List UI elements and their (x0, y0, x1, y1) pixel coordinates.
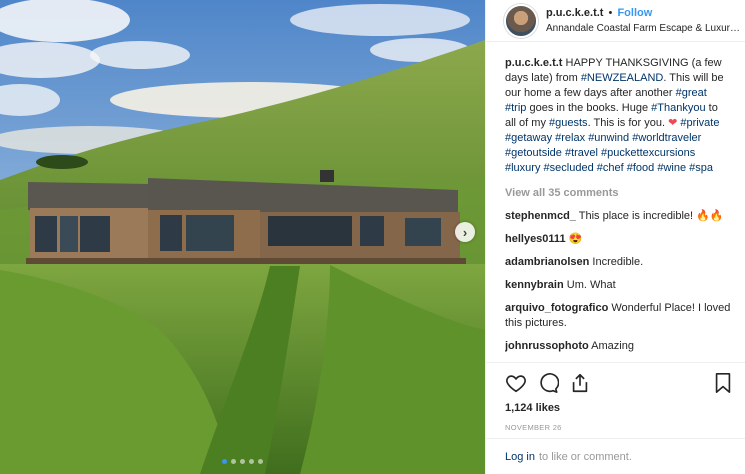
comment-text: This place is incredible! 🔥🔥 (578, 210, 724, 222)
post-side-panel: p.u.c.k.e.t.t • Follow Annandale Coastal… (485, 0, 745, 474)
comment-username[interactable]: hellyes0111 (505, 233, 566, 245)
comment-username[interactable]: kennybrain (505, 279, 564, 291)
landscape-photo (0, 0, 485, 474)
comment-username[interactable]: adambrianolsen (505, 256, 589, 268)
avatar[interactable] (504, 3, 538, 38)
chevron-right-icon: › (462, 224, 468, 240)
hashtag-link[interactable]: #spa (689, 162, 713, 174)
comment-text: Incredible. (592, 256, 644, 268)
login-prompt-text: to like or comment. (538, 450, 632, 463)
comments-list[interactable]: p.u.c.k.e.t.t HAPPY THANKSGIVING (a few … (505, 56, 731, 358)
hashtag-link[interactable]: #great (676, 87, 707, 99)
hashtag-link[interactable]: #wine (657, 162, 686, 174)
heart-emoji-icon: ❤ (668, 117, 678, 129)
hashtag-link[interactable]: #secluded (544, 162, 594, 174)
bookmark-icon[interactable] (713, 372, 733, 394)
login-bar: Log in to like or comment. (486, 438, 745, 474)
hashtag-link[interactable]: #NEWZEALAND (581, 72, 664, 84)
hashtag-link[interactable]: #getoutside (505, 147, 562, 159)
carousel-dot (222, 459, 227, 464)
view-all-comments-link[interactable]: View all 35 comments (505, 186, 731, 201)
follow-button[interactable]: Follow (617, 7, 652, 19)
hashtag-link[interactable]: #puckettexcursions (601, 147, 695, 159)
hashtag-link[interactable]: #trip (505, 102, 526, 114)
hashtag-link[interactable]: #private (680, 117, 719, 129)
hashtag-link[interactable]: #getaway (505, 132, 552, 144)
hashtag-link[interactable]: #guests (549, 117, 588, 129)
hashtag-link[interactable]: #relax (555, 132, 585, 144)
comment-item: arquivo_fotografico Wonderful Place! I l… (505, 301, 731, 331)
hashtag-link[interactable]: #travel (565, 147, 598, 159)
comment-text: 😍 (568, 233, 583, 245)
hashtag-link[interactable]: #Thankyou (651, 102, 705, 114)
next-photo-button[interactable]: › (455, 222, 475, 242)
post-photo[interactable]: › (0, 0, 485, 474)
carousel-dot (249, 459, 254, 464)
post-caption: p.u.c.k.e.t.t HAPPY THANKSGIVING (a few … (505, 56, 731, 176)
separator-dot: • (608, 6, 613, 19)
hashtag-link[interactable]: #luxury (505, 162, 540, 174)
comment-item: johnrussophoto Amazing (505, 339, 731, 354)
comment-text: Um. What (566, 279, 616, 291)
login-link[interactable]: Log in (505, 451, 535, 463)
caption-author[interactable]: p.u.c.k.e.t.t (505, 57, 562, 69)
comment-username[interactable]: arquivo_fotografico (505, 302, 608, 314)
caption-text: . This is for you. (587, 117, 665, 129)
carousel-dot (231, 459, 236, 464)
carousel-indicator (0, 459, 485, 464)
hashtag-link[interactable]: #chef (597, 162, 624, 174)
hashtag-link[interactable]: #worldtraveler (632, 132, 701, 144)
post-header: p.u.c.k.e.t.t • Follow Annandale Coastal… (486, 0, 745, 42)
heart-outline-icon[interactable] (505, 372, 527, 394)
carousel-dot (258, 459, 263, 464)
likes-count[interactable]: 1,124 likes (505, 402, 733, 414)
location-link[interactable]: Annandale Coastal Farm Escape & Luxury .… (546, 21, 742, 36)
hashtag-link[interactable]: #food (627, 162, 655, 174)
comment-username[interactable]: stephenmcd_ (505, 210, 576, 222)
hashtag-link[interactable]: #unwind (588, 132, 629, 144)
comment-item: kennybrain Um. What (505, 278, 731, 293)
author-username[interactable]: p.u.c.k.e.t.t (546, 7, 603, 19)
comment-icon[interactable] (537, 372, 559, 394)
comment-item: stephenmcd_ This place is incredible! 🔥🔥 (505, 209, 731, 224)
comment-text: Amazing (591, 340, 634, 352)
comment-item: adambrianolsen Incredible. (505, 255, 731, 270)
comment-username[interactable]: johnrussophoto (505, 340, 589, 352)
comment-item: hellyes0111 😍 (505, 232, 731, 247)
post-date[interactable]: NOVEMBER 26 (505, 423, 733, 432)
carousel-dot (240, 459, 245, 464)
share-icon[interactable] (569, 372, 591, 394)
caption-text: goes in the books. Huge (529, 102, 649, 114)
